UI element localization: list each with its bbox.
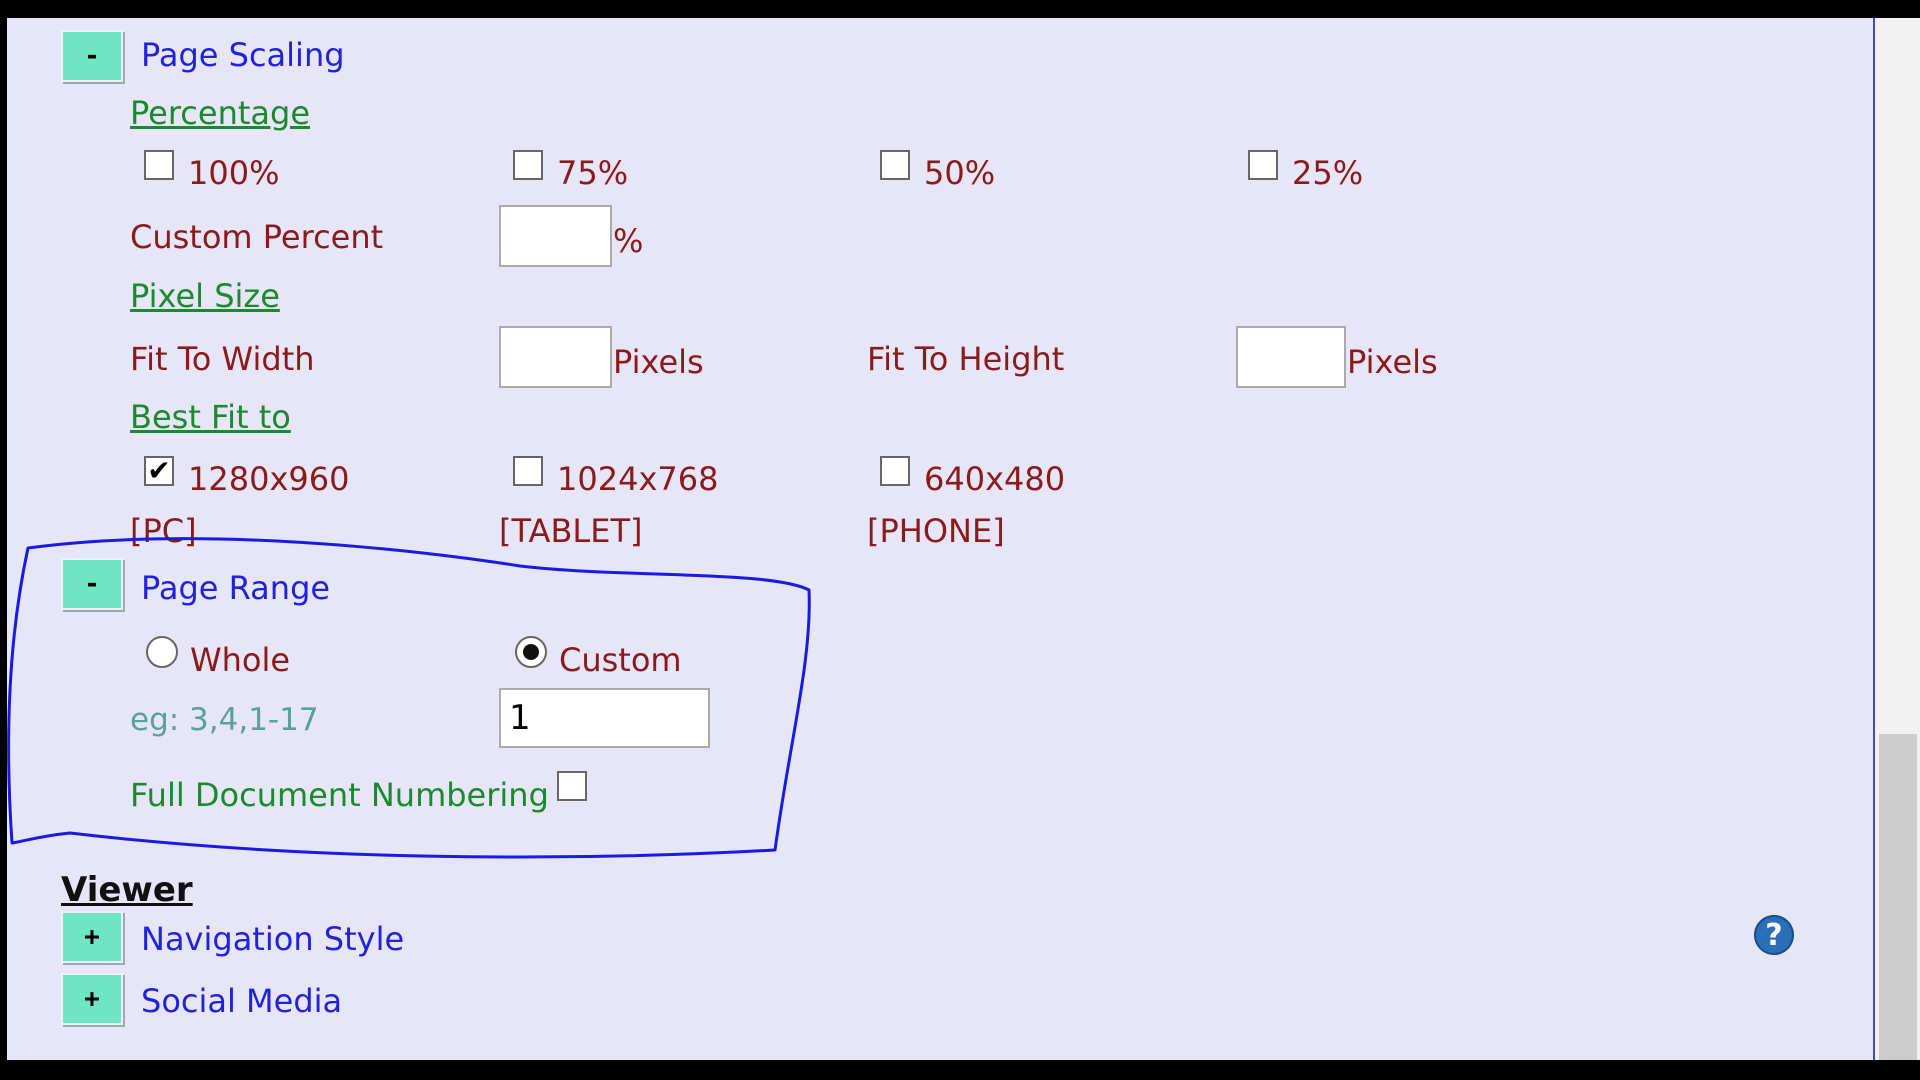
- page-range-whole-radio[interactable]: [146, 636, 178, 668]
- page-range-custom-label: Custom: [559, 641, 682, 679]
- navigation-style-toggle-button[interactable]: +: [61, 911, 123, 963]
- percent-100-checkbox[interactable]: [144, 150, 174, 180]
- full-numbering-label: Full Document Numbering: [130, 776, 549, 814]
- percent-25-checkbox[interactable]: [1248, 150, 1278, 180]
- help-icon[interactable]: ?: [1754, 915, 1794, 955]
- scrollbar-thumb[interactable]: [1879, 734, 1917, 1060]
- page-range-custom-radio[interactable]: [515, 636, 547, 668]
- viewer-heading: Viewer: [61, 870, 193, 910]
- best-fit-pc-device: [PC]: [130, 512, 197, 550]
- best-fit-1280-checkbox[interactable]: ✔: [144, 456, 174, 486]
- best-fit-1024-checkbox[interactable]: [513, 456, 543, 486]
- radio-dot-icon: [523, 644, 539, 660]
- fit-to-width-input[interactable]: [499, 326, 612, 388]
- percent-50-label: 50%: [924, 154, 996, 192]
- percent-75-label: 75%: [557, 154, 629, 192]
- custom-percent-label: Custom Percent: [130, 218, 384, 256]
- percent-75-checkbox[interactable]: [513, 150, 543, 180]
- full-numbering-checkbox[interactable]: [557, 771, 587, 801]
- percentage-heading[interactable]: Percentage: [130, 94, 310, 132]
- page-range-toggle-button[interactable]: -: [61, 558, 123, 610]
- percent-25-label: 25%: [1292, 154, 1364, 192]
- best-fit-tablet-device: [TABLET]: [499, 512, 643, 550]
- best-fit-heading[interactable]: Best Fit to: [130, 398, 291, 436]
- page-scaling-title: Page Scaling: [141, 36, 345, 74]
- social-media-toggle-button[interactable]: +: [61, 973, 123, 1025]
- fit-to-width-label: Fit To Width: [130, 340, 315, 378]
- best-fit-640-label: 640x480: [924, 460, 1066, 498]
- fit-to-width-unit: Pixels: [613, 343, 704, 381]
- navigation-style-title[interactable]: Navigation Style: [141, 920, 404, 958]
- fit-to-height-unit: Pixels: [1347, 343, 1438, 381]
- pixel-size-heading[interactable]: Pixel Size: [130, 277, 280, 315]
- checkmark-icon: ✔: [147, 454, 171, 487]
- page-range-whole-label: Whole: [190, 641, 291, 679]
- percent-50-checkbox[interactable]: [880, 150, 910, 180]
- fit-to-height-input[interactable]: [1236, 326, 1346, 388]
- page-range-example: eg: 3,4,1-17: [130, 702, 319, 738]
- best-fit-1024-label: 1024x768: [557, 460, 719, 498]
- custom-percent-input[interactable]: [499, 205, 612, 267]
- best-fit-640-checkbox[interactable]: [880, 456, 910, 486]
- fit-to-height-label: Fit To Height: [867, 340, 1065, 378]
- page-range-title: Page Range: [141, 569, 331, 607]
- social-media-title[interactable]: Social Media: [141, 982, 342, 1020]
- page-range-input[interactable]: [499, 688, 710, 748]
- best-fit-1280-label: 1280x960: [188, 460, 350, 498]
- page-scaling-toggle-button[interactable]: -: [61, 30, 123, 82]
- percent-100-label: 100%: [188, 154, 280, 192]
- custom-percent-unit: %: [613, 222, 644, 260]
- best-fit-phone-device: [PHONE]: [867, 512, 1005, 550]
